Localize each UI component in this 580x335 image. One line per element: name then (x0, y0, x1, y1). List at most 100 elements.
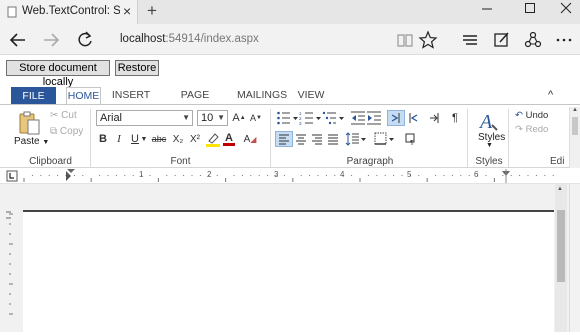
chevron-down-icon: ▼ (217, 113, 225, 122)
numbering-icon[interactable]: 1 2 3 (299, 110, 323, 126)
paragraph-settings-icon[interactable]: ¶ (402, 131, 420, 147)
ribbon-home: Paste ▼ ✂ Cut ⧉ Copy Clipboard Arial ▼ 1… (0, 104, 580, 169)
paste-icon[interactable] (17, 110, 41, 136)
strikethrough-button[interactable]: abc (149, 131, 169, 147)
document-page[interactable] (23, 210, 554, 332)
hub-icon[interactable] (459, 29, 481, 51)
chevron-down-icon[interactable]: ▼ (486, 142, 493, 149)
tab-mailings[interactable]: MAILINGS (237, 87, 287, 105)
ribbon-scrollbar[interactable]: ▲ (569, 107, 580, 169)
paste-button[interactable]: Paste ▼ (14, 136, 49, 147)
group-label-font: Font (170, 156, 191, 167)
ribbon-tab-bar: FILE HOME INSERT PAGE LAYOUT MAILINGS VI… (0, 87, 580, 118)
decrease-indent-icon[interactable] (350, 110, 366, 126)
address-bar[interactable]: localhost:54914/index.aspx (120, 33, 259, 45)
redo-label: Redo (525, 124, 549, 135)
chevron-down-icon: ▼ (42, 139, 50, 146)
borders-icon[interactable] (373, 131, 395, 147)
cut-button[interactable]: ✂ Cut (50, 110, 77, 126)
maximize-icon[interactable] (520, 2, 540, 22)
group-divider (467, 109, 468, 167)
new-tab-icon[interactable]: + (147, 1, 157, 21)
ruler-number: 2 (207, 170, 212, 179)
ruler-number: 1 (139, 170, 144, 179)
ruler-number: 6 (474, 170, 479, 179)
ruler-number: 4 (340, 170, 345, 179)
group-label-editing: Edi (550, 156, 565, 167)
ribbon-scroll-thumb[interactable] (572, 117, 578, 135)
group-label-clipboard: Clipboard (29, 156, 72, 167)
justify-icon[interactable] (324, 131, 342, 147)
increase-indent-icon[interactable] (366, 110, 382, 126)
group-divider (270, 109, 271, 167)
scroll-up-icon[interactable]: ▲ (557, 186, 563, 192)
styles-icon[interactable]: A (478, 109, 500, 133)
favorite-star-icon[interactable] (417, 29, 439, 51)
align-left-icon[interactable] (275, 131, 293, 147)
subscript-button[interactable]: X₂ (169, 131, 187, 147)
cut-label: Cut (61, 110, 77, 121)
vertical-ruler[interactable] (0, 184, 18, 332)
url-host: localhost (120, 33, 166, 45)
redo-button[interactable]: ↷ Redo (515, 124, 548, 135)
undo-button[interactable]: ↶ Undo (515, 110, 548, 121)
browser-tab[interactable]: Web.TextControl: Save d × (0, 0, 138, 24)
copy-label: Copy (59, 126, 84, 137)
page-icon (7, 6, 17, 18)
copy-button[interactable]: ⧉ Copy (50, 126, 83, 142)
chevron-down-icon: ▼ (182, 113, 190, 122)
collapse-ribbon-icon[interactable]: ^ (548, 89, 553, 101)
scroll-up-icon: ▲ (572, 107, 578, 113)
close-window-icon[interactable] (556, 2, 576, 22)
right-to-left-icon[interactable] (404, 110, 422, 126)
url-path: :54914/index.aspx (165, 33, 259, 45)
superscript-button[interactable]: X² (186, 131, 204, 147)
copy-icon: ⧉ (50, 126, 58, 137)
svg-text:¶: ¶ (410, 140, 414, 145)
restore-button[interactable]: Restore (115, 60, 159, 76)
group-divider (508, 109, 509, 167)
horizontal-ruler[interactable]: 1 2 3 4 5 6 (0, 168, 580, 184)
show-formatting-marks-button[interactable]: ¶ (446, 110, 464, 126)
shrink-font-icon[interactable]: A ▼ (247, 110, 265, 126)
group-label-paragraph: Paragraph (346, 156, 394, 167)
close-tab-icon[interactable]: × (123, 3, 131, 19)
tab-view[interactable]: VIEW (295, 87, 327, 105)
font-size-value: 10 (201, 112, 214, 124)
tab-stop-icon[interactable] (425, 110, 443, 126)
font-color-icon[interactable]: A (220, 131, 238, 147)
left-to-right-icon[interactable] (387, 110, 405, 126)
svg-text:3: 3 (299, 121, 302, 126)
web-note-icon[interactable] (491, 29, 513, 51)
browser-scrollbar[interactable] (569, 184, 580, 332)
clear-formatting-icon[interactable]: A ◢ (241, 131, 259, 147)
minimize-icon[interactable] (477, 2, 497, 22)
share-icon[interactable] (522, 29, 544, 51)
line-spacing-icon[interactable] (345, 131, 367, 147)
chevron-down-icon[interactable]: ▼ (139, 131, 149, 147)
font-name-combo[interactable]: Arial ▼ (96, 110, 193, 126)
store-document-button[interactable]: Store document locally (6, 60, 110, 88)
tab-home[interactable]: HOME (66, 87, 101, 105)
highlight-color-icon[interactable] (205, 131, 221, 147)
multilevel-list-icon[interactable] (322, 110, 346, 126)
font-name-value: Arial (100, 112, 123, 124)
tab-insert[interactable]: INSERT (110, 87, 152, 105)
font-size-combo[interactable]: 10 ▼ (197, 110, 228, 126)
svg-text:A: A (478, 111, 493, 133)
grow-font-icon[interactable]: A ▲ (230, 110, 248, 126)
document-scroll-thumb[interactable] (557, 210, 565, 282)
back-icon[interactable] (7, 29, 29, 51)
tab-file[interactable]: FILE (11, 87, 56, 105)
scissors-icon: ✂ (50, 110, 59, 121)
more-icon[interactable] (553, 29, 575, 51)
vertical-ruler-ticks (6, 211, 13, 315)
ruler-number: 5 (407, 170, 412, 179)
ruler-ticks (6, 169, 554, 183)
bullets-icon[interactable] (276, 110, 300, 126)
tab-page-layout[interactable]: PAGE LAYOUT (160, 87, 230, 118)
reading-view-icon[interactable] (394, 29, 416, 51)
refresh-icon[interactable] (74, 29, 96, 51)
ruler-number: 3 (274, 170, 279, 179)
forward-icon[interactable] (40, 29, 62, 51)
